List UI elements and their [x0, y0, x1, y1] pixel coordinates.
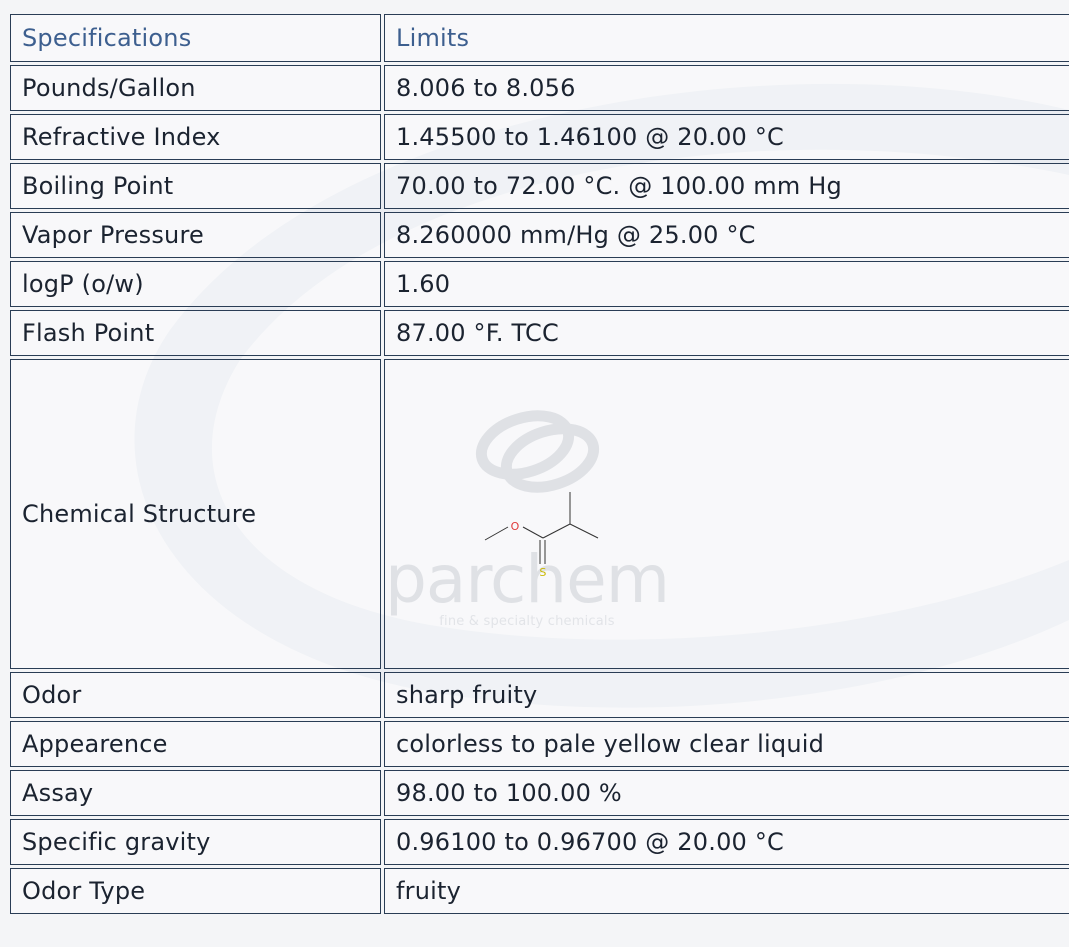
spec-label: Odor Type — [10, 868, 381, 914]
table-row: logP (o/w) 1.60 — [10, 261, 1069, 307]
spec-label: Appearence — [10, 721, 381, 767]
chemical-structure-row: Chemical Structure parchem fine & specia… — [10, 359, 1069, 669]
spec-value: 70.00 to 72.00 °C. @ 100.00 mm Hg — [384, 163, 1069, 209]
spec-label: Boiling Point — [10, 163, 381, 209]
table-row: Boiling Point 70.00 to 72.00 °C. @ 100.0… — [10, 163, 1069, 209]
spec-value: colorless to pale yellow clear liquid — [384, 721, 1069, 767]
spec-value: 1.45500 to 1.46100 @ 20.00 °C — [384, 114, 1069, 160]
table-header-row: Specifications Limits — [10, 14, 1069, 62]
spec-label: Specific gravity — [10, 819, 381, 865]
table-row: Odor sharp fruity — [10, 672, 1069, 718]
spec-label: Chemical Structure — [10, 359, 381, 669]
table-row: Pounds/Gallon 8.006 to 8.056 — [10, 65, 1069, 111]
spec-value: sharp fruity — [384, 672, 1069, 718]
spec-label: Assay — [10, 770, 381, 816]
atom-oxygen-label: O — [511, 520, 520, 533]
spec-label: Refractive Index — [10, 114, 381, 160]
parchem-watermark: parchem fine & specialty chemicals — [385, 410, 670, 629]
specifications-table: Specifications Limits Pounds/Gallon 8.00… — [7, 11, 1069, 917]
table-row: Flash Point 87.00 °F. TCC — [10, 310, 1069, 356]
spec-value: 8.260000 mm/Hg @ 25.00 °C — [384, 212, 1069, 258]
table-row: Odor Type fruity — [10, 868, 1069, 914]
table-row: Specific gravity 0.96100 to 0.96700 @ 20… — [10, 819, 1069, 865]
spec-label: Flash Point — [10, 310, 381, 356]
parchem-rings-logo — [475, 410, 600, 493]
chemical-structure-image: parchem fine & specialty chemicals O S — [385, 410, 670, 629]
spec-label: Vapor Pressure — [10, 212, 381, 258]
spec-value: fruity — [384, 868, 1069, 914]
watermark-tagline: fine & specialty chemicals — [439, 614, 614, 629]
table-row: Vapor Pressure 8.260000 mm/Hg @ 25.00 °C — [10, 212, 1069, 258]
table-row: Assay 98.00 to 100.00 % — [10, 770, 1069, 816]
table-row: Refractive Index 1.45500 to 1.46100 @ 20… — [10, 114, 1069, 160]
chemical-structure-cell: parchem fine & specialty chemicals O S — [384, 359, 1069, 669]
spec-label: Pounds/Gallon — [10, 65, 381, 111]
spec-label: logP (o/w) — [10, 261, 381, 307]
spec-value: 98.00 to 100.00 % — [384, 770, 1069, 816]
spec-value: 87.00 °F. TCC — [384, 310, 1069, 356]
header-limits: Limits — [384, 14, 1069, 62]
spec-value: 8.006 to 8.056 — [384, 65, 1069, 111]
spec-label: Odor — [10, 672, 381, 718]
watermark-brand: parchem — [385, 541, 669, 618]
spec-value: 0.96100 to 0.96700 @ 20.00 °C — [384, 819, 1069, 865]
table-row: Appearence colorless to pale yellow clea… — [10, 721, 1069, 767]
spec-value: 1.60 — [384, 261, 1069, 307]
header-specifications: Specifications — [10, 14, 381, 62]
atom-sulfur-label: S — [539, 566, 546, 579]
